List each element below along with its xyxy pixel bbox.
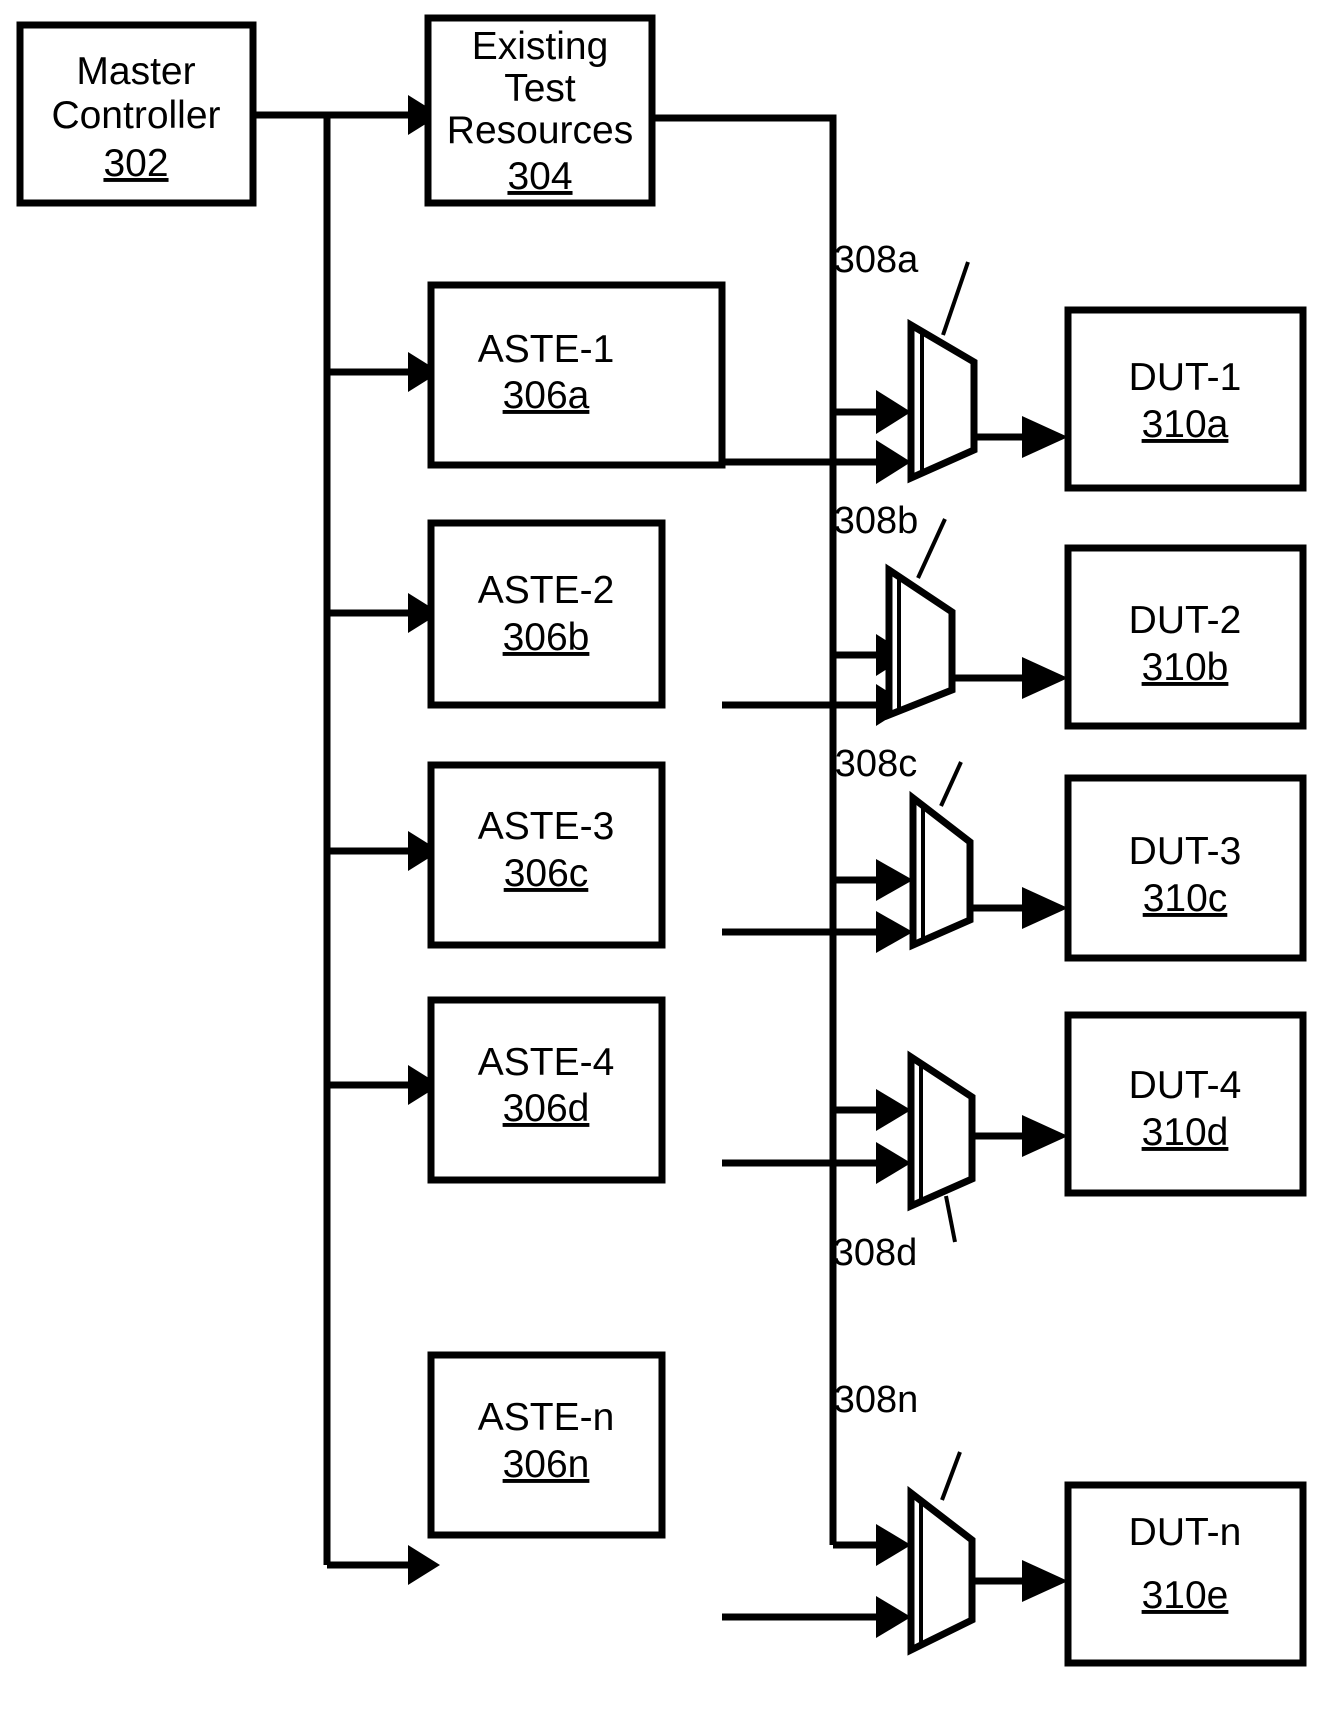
dut-1-ref: 310a <box>1142 403 1229 446</box>
mux-308d-label: 308d <box>833 1232 918 1274</box>
block-aste-3[interactable]: ASTE-3 306c <box>427 761 666 949</box>
dut-n-ref: 310e <box>1142 1574 1229 1617</box>
mux-308b-label: 308b <box>834 500 919 542</box>
wire-aste2-to-mux <box>722 684 909 726</box>
mux-308a-label: 308a <box>834 239 919 281</box>
dut-4-label: DUT-4 <box>1129 1064 1242 1107</box>
aste-2-label: ASTE-2 <box>478 569 615 612</box>
aste-3-ref: 306c <box>504 852 589 895</box>
master-controller-ref: 302 <box>103 142 168 185</box>
wire-row3-bus-to-mux <box>833 859 913 901</box>
figure-canvas: 308a 308b 308c 308d 308n Master Controll… <box>0 0 1332 1719</box>
wire-aste3-to-mux <box>722 911 913 953</box>
wire-bus-to-aste-2 <box>327 593 440 633</box>
block-aste-n[interactable]: ASTE-n 306n <box>427 1351 666 1539</box>
wire-mux308a-to-dut1 <box>974 416 1068 458</box>
block-dut-4[interactable]: DUT-4 310d <box>1064 1011 1307 1197</box>
aste-2-ref: 306b <box>503 616 590 659</box>
dut-2-label: DUT-2 <box>1129 599 1242 642</box>
aste-1-label: ASTE-1 <box>478 328 615 371</box>
block-dut-1[interactable]: DUT-1 310a <box>1064 306 1307 492</box>
block-dut-2[interactable]: DUT-2 310b <box>1064 544 1307 730</box>
aste-4-label: ASTE-4 <box>478 1041 615 1084</box>
dut-n-label: DUT-n <box>1129 1511 1242 1554</box>
aste-n-ref: 306n <box>503 1443 590 1486</box>
wire-rown-bus-to-mux <box>833 1524 911 1566</box>
aste-3-label: ASTE-3 <box>478 805 615 848</box>
wire-bus-to-aste-1 <box>327 352 440 392</box>
wire-aste1-to-mux <box>722 440 911 484</box>
mux-308c[interactable] <box>909 761 974 951</box>
block-diagram-svg: 308a 308b 308c 308d 308n Master Controll… <box>16 14 1307 1667</box>
block-aste-4[interactable]: ASTE-4 306d <box>427 996 666 1184</box>
wire-mux308n-to-dutn <box>972 1560 1068 1602</box>
wire-bus-to-aste-3 <box>327 831 440 871</box>
existing-test-resources-line1: Existing <box>472 25 609 68</box>
wire-asten-to-mux <box>722 1596 911 1638</box>
dut-2-ref: 310b <box>1142 646 1229 689</box>
dut-3-label: DUT-3 <box>1129 830 1242 873</box>
block-existing-test-resources[interactable]: Existing Test Resources 304 <box>424 14 656 207</box>
wire-row1-bus-to-mux <box>833 390 911 434</box>
aste-4-ref: 306d <box>503 1087 590 1130</box>
aste-n-label: ASTE-n <box>478 1396 615 1439</box>
aste-1-ref: 306a <box>503 374 590 417</box>
existing-test-resources-ref: 304 <box>507 155 572 198</box>
block-dut-n[interactable]: DUT-n 310e <box>1064 1481 1307 1667</box>
wire-row4-bus-to-mux <box>833 1089 911 1131</box>
block-aste-1[interactable]: ASTE-1 306a <box>427 281 726 469</box>
block-dut-3[interactable]: DUT-3 310c <box>1064 774 1307 962</box>
wire-master-to-test-resources <box>253 95 440 135</box>
mux-308b[interactable] <box>885 518 956 721</box>
existing-test-resources-line2: Test <box>504 67 576 110</box>
dut-1-label: DUT-1 <box>1129 356 1242 399</box>
wire-bus-to-aste-4 <box>327 1065 440 1105</box>
master-controller-line1: Master <box>76 50 195 93</box>
block-master-controller[interactable]: Master Controller 302 <box>16 21 257 207</box>
wire-aste4-to-mux <box>722 1142 911 1184</box>
wire-mux308d-to-dut4 <box>972 1115 1068 1157</box>
mux-308a[interactable] <box>907 261 978 484</box>
master-controller-line2: Controller <box>51 94 220 137</box>
mux-308d[interactable] <box>907 1050 976 1243</box>
wire-bus-to-aste-n <box>327 1545 440 1585</box>
dut-4-ref: 310d <box>1142 1111 1229 1154</box>
wire-mux308b-to-dut2 <box>952 657 1068 699</box>
dut-3-ref: 310c <box>1143 877 1228 920</box>
mux-308n-label: 308n <box>834 1379 919 1421</box>
mux-308c-label: 308c <box>835 743 917 785</box>
block-aste-2[interactable]: ASTE-2 306b <box>427 519 666 709</box>
mux-308n[interactable] <box>907 1451 976 1656</box>
wire-mux308c-to-dut3 <box>970 887 1068 929</box>
existing-test-resources-line3: Resources <box>447 109 633 152</box>
